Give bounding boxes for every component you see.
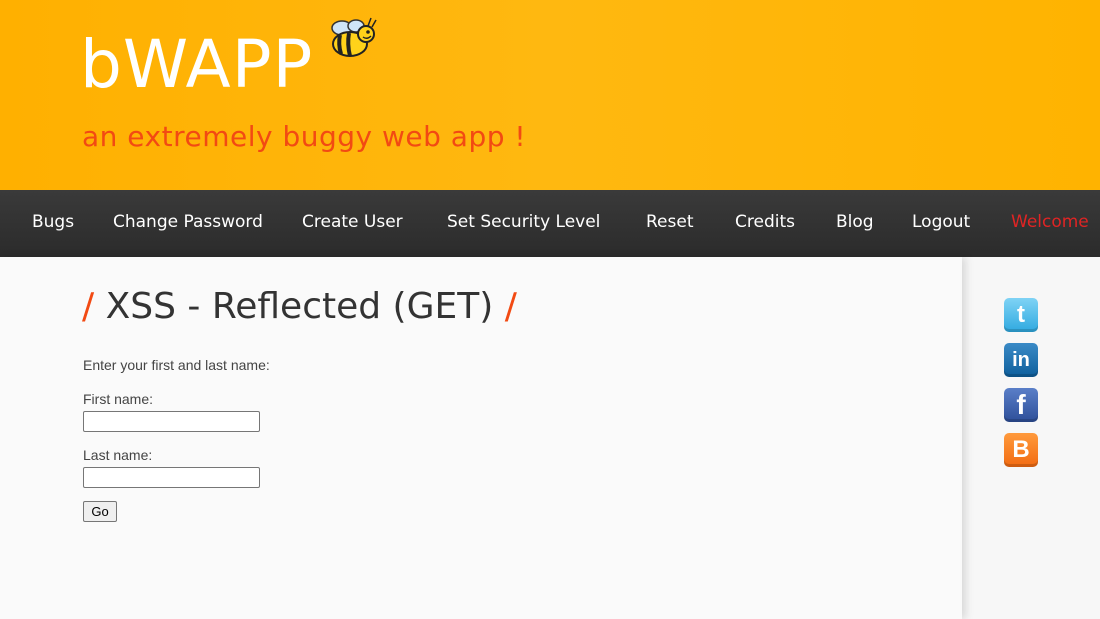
nav-item-logout[interactable]: Logout (912, 212, 970, 232)
nav-item-bugs[interactable]: Bugs (32, 212, 74, 232)
page-title: / XSS - Reflected (GET) / (82, 286, 517, 327)
first-name-input[interactable] (83, 411, 260, 432)
nav-bar: Bugs Change Password Create User Set Sec… (0, 190, 1100, 257)
tagline: an extremely buggy web app ! (82, 120, 527, 153)
nav-item-change-password[interactable]: Change Password (113, 212, 263, 232)
nav-item-create-user[interactable]: Create User (302, 212, 403, 232)
nav-item-blog[interactable]: Blog (836, 212, 874, 232)
header: bWAPP an extremely buggy web app ! (0, 0, 1100, 190)
nav-welcome: Welcome (1011, 212, 1089, 232)
nav-item-reset[interactable]: Reset (646, 212, 694, 232)
go-button[interactable]: Go (83, 501, 117, 522)
twitter-icon[interactable]: t (1004, 298, 1038, 332)
linkedin-icon[interactable]: in (1004, 343, 1038, 377)
facebook-icon[interactable]: f (1004, 388, 1038, 422)
first-name-label: First name: (83, 391, 154, 407)
title-slash-left: / (82, 286, 95, 327)
nav-item-credits[interactable]: Credits (735, 212, 795, 232)
instructions-text: Enter your first and last name: (83, 357, 270, 373)
last-name-input[interactable] (83, 467, 260, 488)
title-text: XSS - Reflected (GET) (105, 286, 494, 327)
title-slash-right: / (504, 286, 517, 327)
logo[interactable]: bWAPP (80, 32, 313, 98)
last-name-label: Last name: (83, 447, 153, 463)
nav-item-set-security-level[interactable]: Set Security Level (447, 212, 600, 232)
blogger-icon[interactable]: B (1004, 433, 1038, 467)
bee-icon (331, 17, 377, 57)
